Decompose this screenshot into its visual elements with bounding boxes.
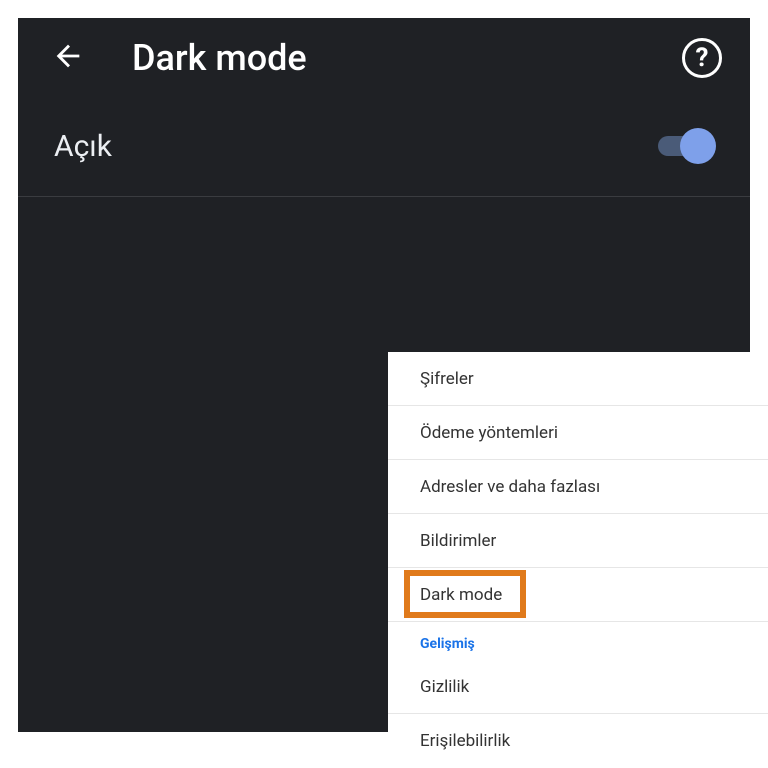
dark-mode-toggle-label: Açık [54, 129, 112, 164]
settings-menu: Şifreler Ödeme yöntemleri Adresler ve da… [388, 352, 768, 768]
menu-item-label: Gizlilik [420, 677, 469, 697]
menu-item-label: Adresler ve daha fazlası [420, 477, 600, 497]
back-button[interactable] [46, 36, 90, 80]
menu-item-label: Ödeme yöntemleri [420, 423, 558, 443]
menu-item-addresses[interactable]: Adresler ve daha fazlası [388, 460, 768, 514]
menu-item-dark-mode[interactable]: Dark mode [388, 568, 768, 622]
menu-item-notifications[interactable]: Bildirimler [388, 514, 768, 568]
menu-item-label: Erişilebilirlik [420, 731, 510, 751]
menu-item-payment-methods[interactable]: Ödeme yöntemleri [388, 406, 768, 460]
menu-item-privacy[interactable]: Gizlilik [388, 660, 768, 714]
dark-mode-toggle-row[interactable]: Açık [18, 98, 750, 197]
switch-thumb [680, 128, 716, 164]
menu-item-accessibility[interactable]: Erişilebilirlik [388, 714, 768, 768]
dark-mode-switch[interactable] [658, 128, 714, 164]
app-bar: Dark mode ? [18, 18, 750, 98]
menu-item-label: Şifreler [420, 369, 474, 389]
arrow-back-icon [51, 39, 85, 77]
menu-item-passwords[interactable]: Şifreler [388, 352, 768, 406]
help-icon: ? [696, 43, 709, 73]
menu-item-label: Bildirimler [420, 531, 496, 551]
help-button[interactable]: ? [682, 38, 722, 78]
menu-item-label: Dark mode [420, 585, 502, 605]
menu-section-heading-advanced: Gelişmiş [388, 622, 768, 660]
page-title: Dark mode [132, 37, 682, 79]
